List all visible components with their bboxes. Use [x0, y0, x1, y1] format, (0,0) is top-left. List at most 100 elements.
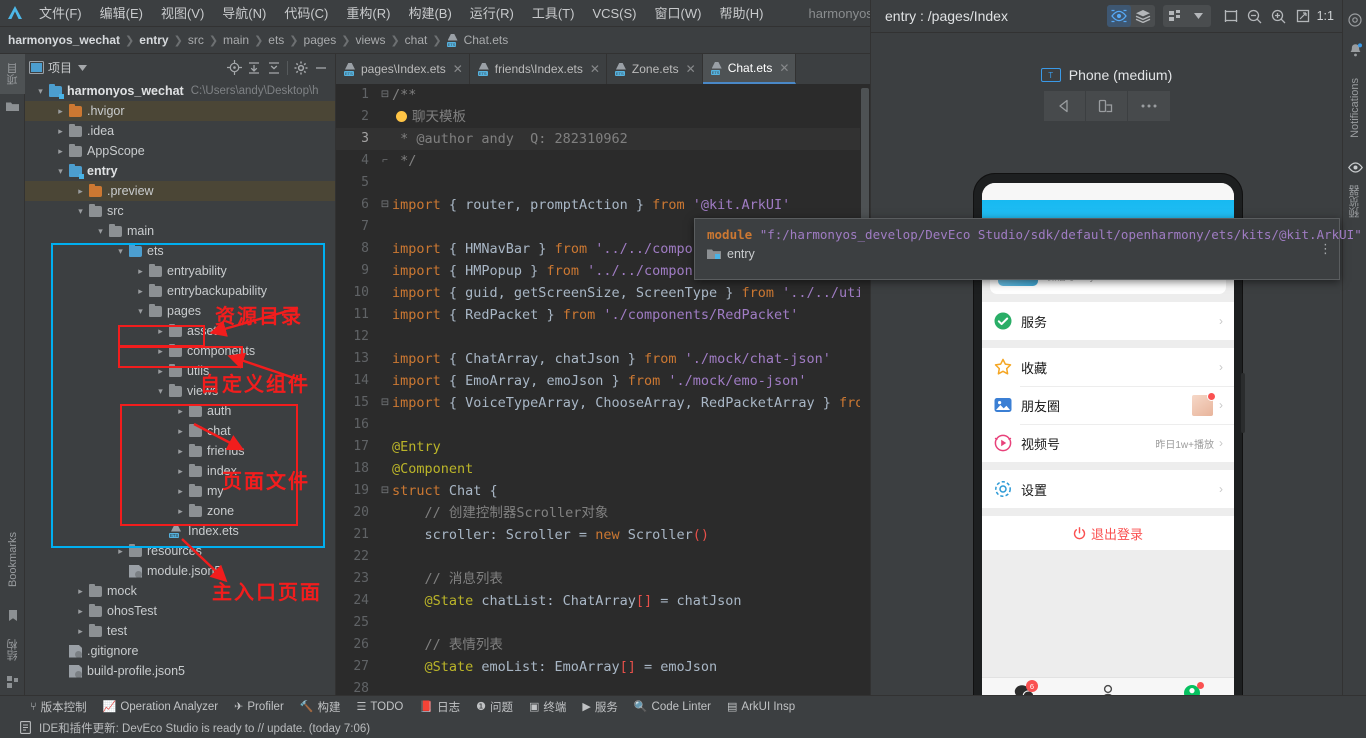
editor-tab-chat-ets[interactable]: Chat.ets ✕: [702, 54, 797, 84]
tree-expand-arrow[interactable]: ▾: [75, 206, 86, 217]
tree-expand-arrow[interactable]: ▾: [95, 226, 106, 237]
breadcrumb-item-ets[interactable]: ets: [268, 33, 284, 47]
moments-thumbnail[interactable]: [1192, 391, 1216, 416]
gear-icon[interactable]: [291, 58, 311, 78]
close-icon[interactable]: ✕: [590, 62, 600, 76]
toolwindow--[interactable]: ▣ 终端: [529, 699, 566, 715]
code-line[interactable]: 13 import { ChatArray, chatJson } from '.…: [336, 348, 870, 370]
project-tree[interactable]: ▾ harmonyos_wechat C:\Users\andy\Desktop\h…: [25, 81, 335, 695]
tooltip-more-icon[interactable]: ⋮: [1319, 242, 1332, 255]
code-line[interactable]: 15 ⊟ import { VoiceTypeArray, ChooseArray,…: [336, 392, 870, 414]
tree-expand-arrow[interactable]: ▾: [135, 306, 146, 317]
code-line[interactable]: 18 @Component: [336, 458, 870, 480]
tree-expand-arrow[interactable]: ▸: [155, 326, 166, 337]
chevron-down-icon[interactable]: [1187, 5, 1211, 27]
breadcrumb-item-chat[interactable]: chat: [405, 33, 428, 47]
menu-edit[interactable]: 编辑(E): [91, 0, 152, 27]
tree-expand-arrow[interactable]: ▸: [115, 546, 126, 557]
code-line[interactable]: 4 ⌐ */: [336, 150, 870, 172]
code-line[interactable]: 22: [336, 546, 870, 568]
scrollbar-thumb[interactable]: [861, 88, 869, 238]
tree-item-appscope[interactable]: ▸ AppScope: [25, 141, 335, 161]
fit-frame-icon[interactable]: [1219, 5, 1243, 27]
inspect-eye-icon[interactable]: [1106, 5, 1131, 27]
tree-item-utils[interactable]: ▸ utils: [25, 361, 335, 381]
code-line[interactable]: 14 import { EmoArray, emoJson } from './m…: [336, 370, 870, 392]
toolwindow-code-linter[interactable]: 🔍 Code Linter: [634, 700, 711, 714]
code-line[interactable]: 26 // 表情列表: [336, 634, 870, 656]
code-line[interactable]: 19 ⊟ struct Chat {: [336, 480, 870, 502]
wechat-row-channels[interactable]: 视频号 昨日1w+播放 ›: [982, 424, 1234, 462]
wechat-row-service[interactable]: 服务 ›: [982, 302, 1234, 340]
code-fold-marker[interactable]: ⊟: [378, 194, 392, 216]
wechat-row-settings[interactable]: 设置 ›: [982, 470, 1234, 508]
tree-item-ohostest[interactable]: ▸ ohosTest: [25, 601, 335, 621]
tree-item-chat[interactable]: ▸ chat: [25, 421, 335, 441]
tree-item-src[interactable]: ▾ src: [25, 201, 335, 221]
breadcrumb-item-file[interactable]: Chat.ets: [464, 33, 509, 47]
previewer-eye-icon[interactable]: [1343, 156, 1366, 178]
tree-item--hvigor[interactable]: ▸ .hvigor: [25, 101, 335, 121]
tree-item-resources[interactable]: ▸ resources: [25, 541, 335, 561]
tree-item-module-json5[interactable]: module.json5: [25, 561, 335, 581]
tree-item-zone[interactable]: ▸ zone: [25, 501, 335, 521]
grid-layout-icon[interactable]: [1163, 5, 1187, 27]
menu-build[interactable]: 构建(B): [399, 0, 460, 27]
code-line[interactable]: 16: [336, 414, 870, 436]
code-line[interactable]: 25: [336, 612, 870, 634]
status-message[interactable]: IDE和插件更新: DevEco Studio is ready to // u…: [39, 720, 370, 736]
tree-expand-arrow[interactable]: ▸: [55, 146, 66, 157]
zoom-level-label[interactable]: 1:1: [1317, 9, 1334, 23]
code-area[interactable]: 1 ⊟/** 2 聊天模板 3 * @author andy Q: 282310962 4…: [336, 84, 870, 695]
intention-bulb-icon[interactable]: [396, 111, 407, 122]
menu-tools[interactable]: 工具(T): [523, 0, 584, 27]
tree-expand-arrow[interactable]: ▸: [75, 186, 86, 197]
layers-icon[interactable]: [1131, 5, 1155, 27]
tree-expand-arrow[interactable]: ▸: [175, 426, 186, 437]
code-line[interactable]: 1 ⊟/**: [336, 84, 870, 106]
menu-refactor[interactable]: 重构(R): [337, 0, 399, 27]
code-fold-marker[interactable]: ⌐: [378, 150, 392, 172]
tree-item-views[interactable]: ▾ views: [25, 381, 335, 401]
tree-expand-arrow[interactable]: ▾: [55, 166, 66, 177]
tree-item-index[interactable]: ▸ index: [25, 461, 335, 481]
tree-item-my[interactable]: ▸ my: [25, 481, 335, 501]
ai-assistant-icon[interactable]: [1343, 0, 1366, 40]
breadcrumb-item-views[interactable]: views: [355, 33, 385, 47]
tree-expand-arrow[interactable]: ▸: [75, 606, 86, 617]
tree-item-ets[interactable]: ▾ ets: [25, 241, 335, 261]
code-line[interactable]: 11 import { RedPacket } from './component…: [336, 304, 870, 326]
tree-expand-arrow[interactable]: ▾: [115, 246, 126, 257]
breadcrumb-item-entry[interactable]: entry: [139, 33, 168, 47]
menu-help[interactable]: 帮助(H): [710, 0, 772, 27]
tree-item-entryability[interactable]: ▸ entryability: [25, 261, 335, 281]
tree-item-assets[interactable]: ▸ assets: [25, 321, 335, 341]
toolwindow--[interactable]: 📕 日志: [419, 699, 460, 715]
hide-panel-icon[interactable]: [311, 58, 331, 78]
toolwindow-profiler[interactable]: ✈ Profiler: [234, 700, 284, 714]
sidebar-button-project[interactable]: 项目: [0, 54, 25, 94]
menu-navigate[interactable]: 导航(N): [213, 0, 275, 27]
tree-expand-arrow[interactable]: ▸: [175, 446, 186, 457]
close-icon[interactable]: ✕: [779, 61, 789, 75]
locate-file-icon[interactable]: [224, 58, 244, 78]
tree-expand-arrow[interactable]: ▸: [55, 106, 66, 117]
toolwindow--[interactable]: 🔨 构建: [300, 699, 341, 715]
close-icon[interactable]: ✕: [453, 62, 463, 76]
tree-item-entry[interactable]: ▾ entry: [25, 161, 335, 181]
code-line[interactable]: 3 * @author andy Q: 282310962: [336, 128, 870, 150]
code-fold-marker[interactable]: ⊟: [378, 392, 392, 414]
code-line[interactable]: 5: [336, 172, 870, 194]
sidebar-button-structure[interactable]: 结构: [0, 629, 25, 671]
tree-item-auth[interactable]: ▸ auth: [25, 401, 335, 421]
code-line[interactable]: 28: [336, 678, 870, 695]
expand-all-icon[interactable]: [244, 58, 264, 78]
zoom-fit-icon[interactable]: [1291, 5, 1315, 27]
menu-vcs[interactable]: VCS(S): [583, 0, 645, 27]
chevron-down-icon[interactable]: [72, 58, 92, 78]
editor-tab-pages-index-ets[interactable]: pages\Index.ets ✕: [336, 54, 470, 84]
sidebar-button-previewer[interactable]: 预览器: [1343, 178, 1366, 224]
toolwindow-operation-analyzer[interactable]: 📈 Operation Analyzer: [103, 700, 219, 714]
breadcrumb-item-pages[interactable]: pages: [304, 33, 337, 47]
rotate-device-icon[interactable]: [1085, 91, 1128, 121]
